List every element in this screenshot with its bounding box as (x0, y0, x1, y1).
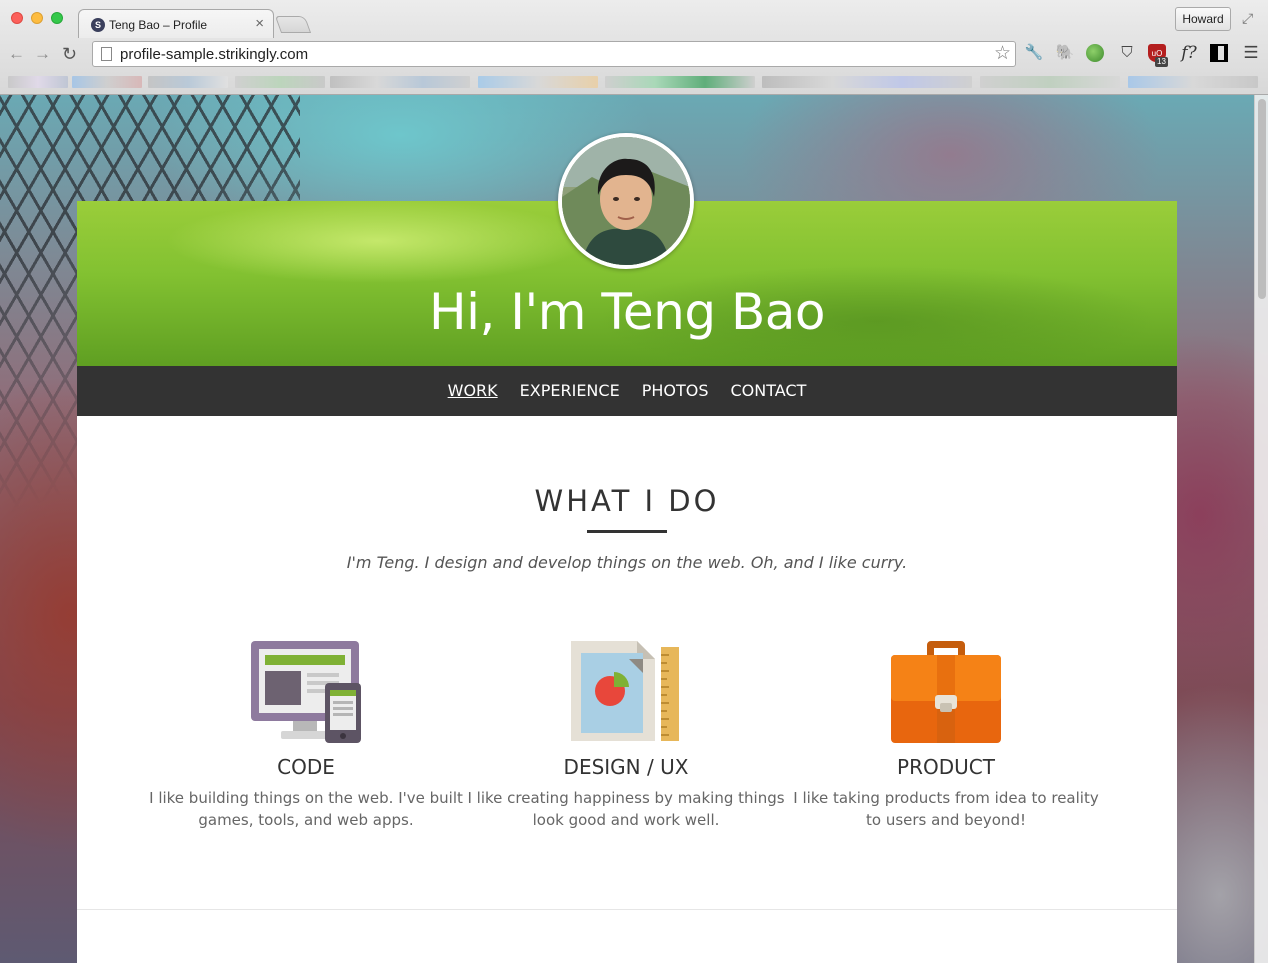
bookmark-item[interactable] (762, 76, 972, 88)
bookmarks-bar (0, 70, 1268, 94)
nav-photos[interactable]: PHOTOS (642, 366, 709, 416)
new-tab-button[interactable] (274, 16, 312, 33)
scrollbar-thumb[interactable] (1258, 99, 1266, 299)
url-text[interactable]: profile-sample.strikingly.com (120, 46, 308, 63)
bookmark-star-icon[interactable]: ☆ (994, 43, 1011, 65)
feature-design-ux: DESIGN / UX I like creating happiness by… (466, 641, 786, 831)
bookmark-item[interactable] (478, 76, 598, 88)
section-tagline: I'm Teng. I design and develop things on… (346, 553, 908, 572)
menu-icon[interactable]: ☰ (1241, 43, 1261, 63)
tab-close-icon[interactable]: × (255, 15, 264, 33)
evernote-icon[interactable]: 🐘 (1055, 43, 1075, 63)
wrench-icon[interactable]: 🔧 (1024, 43, 1044, 63)
profile-card: Hi, I'm Teng Bao WORK EXPERIENCE PHOTOS … (77, 201, 1177, 963)
section-title: WHAT I DO (534, 484, 720, 518)
back-arrow-icon[interactable]: ← (8, 42, 25, 66)
page-icon (101, 47, 112, 61)
address-bar[interactable]: profile-sample.strikingly.com ☆ (92, 41, 1016, 67)
ublock-badge: 13 (1155, 57, 1168, 67)
briefcase-icon (891, 641, 1001, 743)
site-navbar: WORK EXPERIENCE PHOTOS CONTACT (77, 366, 1177, 416)
bookmark-item[interactable] (72, 76, 142, 88)
reload-icon[interactable]: ↻ (62, 42, 77, 66)
feature-product: PRODUCT I like taking products from idea… (786, 641, 1106, 831)
strikingly-favicon-icon: S (91, 18, 105, 32)
bookmark-item[interactable] (148, 76, 228, 88)
feature-title: DESIGN / UX (563, 755, 689, 779)
title-underline (587, 530, 667, 533)
tab-title: Teng Bao – Profile (109, 18, 208, 32)
page-viewport: Hi, I'm Teng Bao WORK EXPERIENCE PHOTOS … (0, 95, 1268, 963)
profile-button[interactable]: Howard (1175, 7, 1231, 31)
browser-tab[interactable]: S Teng Bao – Profile × (78, 9, 274, 38)
hero-title: Hi, I'm Teng Bao (428, 283, 826, 341)
feature-description: I like creating happiness by making thin… (467, 789, 785, 829)
avatar-photo (562, 137, 690, 265)
bookmark-item[interactable] (1128, 76, 1258, 88)
zoom-window-button[interactable] (51, 12, 63, 24)
nav-experience[interactable]: EXPERIENCE (520, 366, 620, 416)
fontface-icon[interactable]: f? (1179, 43, 1199, 63)
close-window-button[interactable] (11, 12, 23, 24)
bookmark-item[interactable] (8, 76, 68, 88)
title-bar: S Teng Bao – Profile × Howard ⤢ (0, 0, 1268, 38)
monitor-phone-icon (251, 641, 361, 743)
feature-title: CODE (277, 755, 335, 779)
nav-work[interactable]: WORK (448, 366, 498, 416)
pocket-icon[interactable]: ⛉ (1117, 43, 1137, 63)
bookmark-item[interactable] (235, 76, 325, 88)
nav-contact[interactable]: CONTACT (730, 366, 806, 416)
bookmark-item[interactable] (980, 76, 1120, 88)
document-chart-icon (571, 641, 679, 741)
minimize-window-button[interactable] (31, 12, 43, 24)
section-divider (77, 909, 1177, 910)
what-i-do-section: WHAT I DO I'm Teng. I design and develop… (77, 416, 1177, 963)
bookmark-item[interactable] (605, 76, 755, 88)
feature-code: CODE I like building things on the web. … (146, 641, 466, 831)
bookmark-item[interactable] (330, 76, 470, 88)
vertical-scrollbar[interactable] (1254, 95, 1268, 963)
feature-title: PRODUCT (897, 755, 995, 779)
browser-toolbar: ← → ↻ profile-sample.strikingly.com ☆ 🔧 … (0, 38, 1268, 70)
qr-code-icon[interactable] (1210, 44, 1228, 62)
fullscreen-icon[interactable]: ⤢ (1242, 10, 1253, 27)
feature-description: I like taking products from idea to real… (793, 789, 1099, 829)
globe-icon[interactable] (1086, 44, 1104, 62)
browser-chrome: S Teng Bao – Profile × Howard ⤢ ← → ↻ pr… (0, 0, 1268, 95)
profile-avatar[interactable] (558, 133, 694, 269)
forward-arrow-icon[interactable]: → (34, 42, 51, 66)
feature-description: I like building things on the web. I've … (149, 789, 463, 829)
